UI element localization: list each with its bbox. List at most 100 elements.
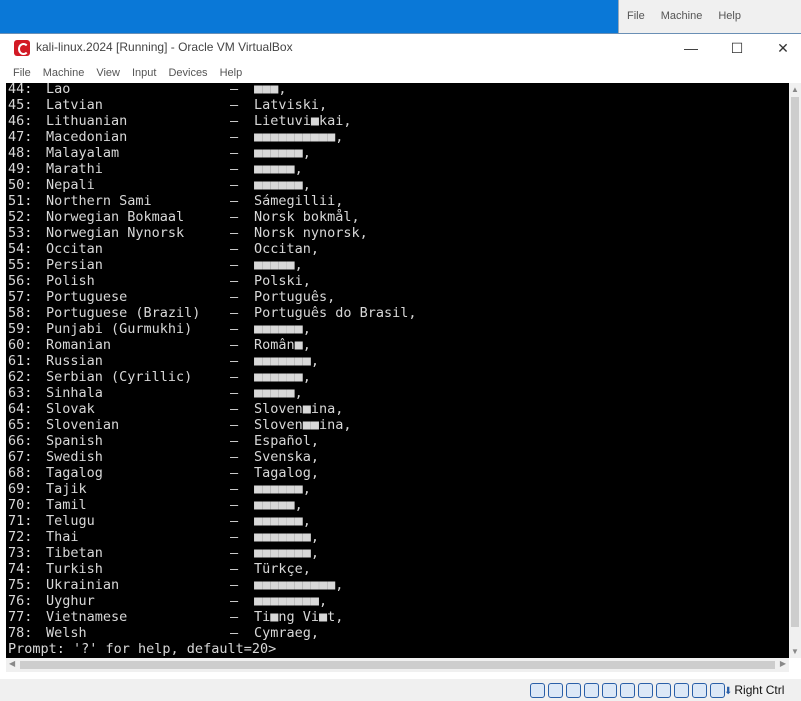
- horizontal-scroll-thumb[interactable]: [20, 661, 775, 669]
- host-key-indicator[interactable]: ⬇ Right Ctrl: [724, 683, 784, 697]
- vertical-scrollbar[interactable]: ▲ ▼: [789, 83, 801, 658]
- menu-help[interactable]: Help: [215, 64, 250, 82]
- menu-devices[interactable]: Devices: [163, 64, 214, 82]
- usb-icon[interactable]: [602, 683, 617, 698]
- separator: –: [230, 497, 239, 513]
- audio-icon[interactable]: [566, 683, 581, 698]
- shared-folders-icon[interactable]: [620, 683, 635, 698]
- separator: –: [230, 513, 239, 529]
- menu-view[interactable]: View: [91, 64, 127, 82]
- background-window[interactable]: File Machine Help: [618, 0, 801, 33]
- vertical-scroll-thumb[interactable]: [791, 97, 799, 627]
- terminal-line: 58: Portuguese (Brazil) – Português do Bras…: [8, 305, 417, 321]
- language-name: Telugu: [46, 513, 95, 529]
- separator: –: [230, 385, 239, 401]
- recording-icon[interactable]: [656, 683, 671, 698]
- language-name: Uyghur: [46, 593, 95, 609]
- line-number: 58:: [8, 305, 33, 321]
- line-number: 76:: [8, 593, 33, 609]
- close-button[interactable]: ✕: [760, 36, 801, 60]
- optical-drive-icon[interactable]: [548, 683, 563, 698]
- line-number: 55:: [8, 257, 33, 273]
- bg-menu-file[interactable]: File: [619, 10, 653, 22]
- native-name: Sámegillii,: [254, 193, 344, 209]
- separator: –: [230, 401, 239, 417]
- scroll-right-icon[interactable]: ▶: [780, 659, 786, 668]
- terminal-line: 78: Welsh – Cymraeg,: [8, 625, 417, 641]
- separator: –: [230, 337, 239, 353]
- native-name: Ti■ng Vi■t,: [254, 609, 344, 625]
- cpu-icon[interactable]: [674, 683, 689, 698]
- hard-disk-icon[interactable]: [530, 683, 545, 698]
- native-name: ■■■■■■,: [254, 321, 311, 337]
- language-name: Portuguese (Brazil): [46, 305, 201, 321]
- terminal-line: 44: Lao – ■■■,: [8, 83, 417, 97]
- language-name: Tagalog: [46, 465, 103, 481]
- menu-machine[interactable]: Machine: [38, 64, 92, 82]
- line-number: 64:: [8, 401, 33, 417]
- line-number: 62:: [8, 369, 33, 385]
- language-name: Lithuanian: [46, 113, 128, 129]
- separator: –: [230, 433, 239, 449]
- language-name: Occitan: [46, 241, 103, 257]
- horizontal-scrollbar[interactable]: ◀ ▶: [6, 658, 789, 672]
- separator: –: [230, 241, 239, 257]
- terminal-line: 59: Punjabi (Gurmukhi) – ■■■■■■,: [8, 321, 417, 337]
- line-number: 47:: [8, 129, 33, 145]
- terminal-line: 52: Norwegian Bokmaal – Norsk bokmål,: [8, 209, 417, 225]
- terminal-line: 57: Portuguese – Português,: [8, 289, 417, 305]
- vm-screen[interactable]: 44: Lao – ■■■, 45: Latvian – Latviski, 46: Lithua…: [6, 83, 789, 658]
- bg-menu-machine[interactable]: Machine: [653, 10, 711, 22]
- line-number: 52:: [8, 209, 33, 225]
- language-name: Malayalam: [46, 145, 120, 161]
- separator: –: [230, 305, 239, 321]
- terminal-prompt[interactable]: Prompt: '?' for help, default=20>: [8, 641, 417, 657]
- separator: –: [230, 289, 239, 305]
- separator: –: [230, 561, 239, 577]
- native-name: Latviski,: [254, 97, 328, 113]
- title-bar[interactable]: kali-linux.2024 [Running] - Oracle VM Vi…: [0, 34, 801, 62]
- scroll-left-icon[interactable]: ◀: [9, 659, 15, 668]
- terminal-line: 70: Tamil – ■■■■■,: [8, 497, 417, 513]
- separator: –: [230, 83, 239, 97]
- terminal-line: 66: Spanish – Español,: [8, 433, 417, 449]
- network-icon[interactable]: [584, 683, 599, 698]
- separator: –: [230, 145, 239, 161]
- terminal-line: 45: Latvian – Latviski,: [8, 97, 417, 113]
- terminal-output: 44: Lao – ■■■, 45: Latvian – Latviski, 46: Lithua…: [8, 83, 417, 657]
- maximize-button[interactable]: ☐: [714, 36, 760, 60]
- scroll-down-icon[interactable]: ▼: [791, 647, 799, 656]
- line-number: 44:: [8, 83, 33, 97]
- separator: –: [230, 481, 239, 497]
- terminal-line: 77: Vietnamese – Ti■ng Vi■t,: [8, 609, 417, 625]
- native-name: ■■■,: [254, 83, 287, 97]
- menu-file[interactable]: File: [0, 64, 38, 82]
- bg-menu-help[interactable]: Help: [710, 10, 749, 22]
- language-name: Norwegian Bokmaal: [46, 209, 185, 225]
- menu-input[interactable]: Input: [127, 64, 163, 82]
- language-name: Norwegian Nynorsk: [46, 225, 185, 241]
- separator: –: [230, 577, 239, 593]
- separator: –: [230, 273, 239, 289]
- line-number: 63:: [8, 385, 33, 401]
- minimize-button[interactable]: —: [668, 36, 714, 60]
- display-icon[interactable]: [638, 683, 653, 698]
- language-name: Tibetan: [46, 545, 103, 561]
- terminal-line: 68: Tagalog – Tagalog,: [8, 465, 417, 481]
- native-name: ■■■■■■■■■■,: [254, 577, 344, 593]
- line-number: 51:: [8, 193, 33, 209]
- terminal-line: 76: Uyghur – ■■■■■■■■,: [8, 593, 417, 609]
- native-name: Sloven■■ina,: [254, 417, 352, 433]
- line-number: 68:: [8, 465, 33, 481]
- scroll-up-icon[interactable]: ▲: [791, 85, 799, 94]
- mouse-integration-icon[interactable]: [692, 683, 707, 698]
- menubar: File Machine View Input Devices Help: [0, 64, 801, 82]
- keyboard-icon[interactable]: [710, 683, 725, 698]
- native-name: ■■■■■■■,: [254, 529, 320, 545]
- language-name: Northern Sami: [46, 193, 152, 209]
- native-name: ■■■■■,: [254, 257, 303, 273]
- native-name: Polski,: [254, 273, 311, 289]
- language-name: Thai: [46, 529, 79, 545]
- native-name: ■■■■■,: [254, 497, 303, 513]
- terminal-line: 63: Sinhala – ■■■■■,: [8, 385, 417, 401]
